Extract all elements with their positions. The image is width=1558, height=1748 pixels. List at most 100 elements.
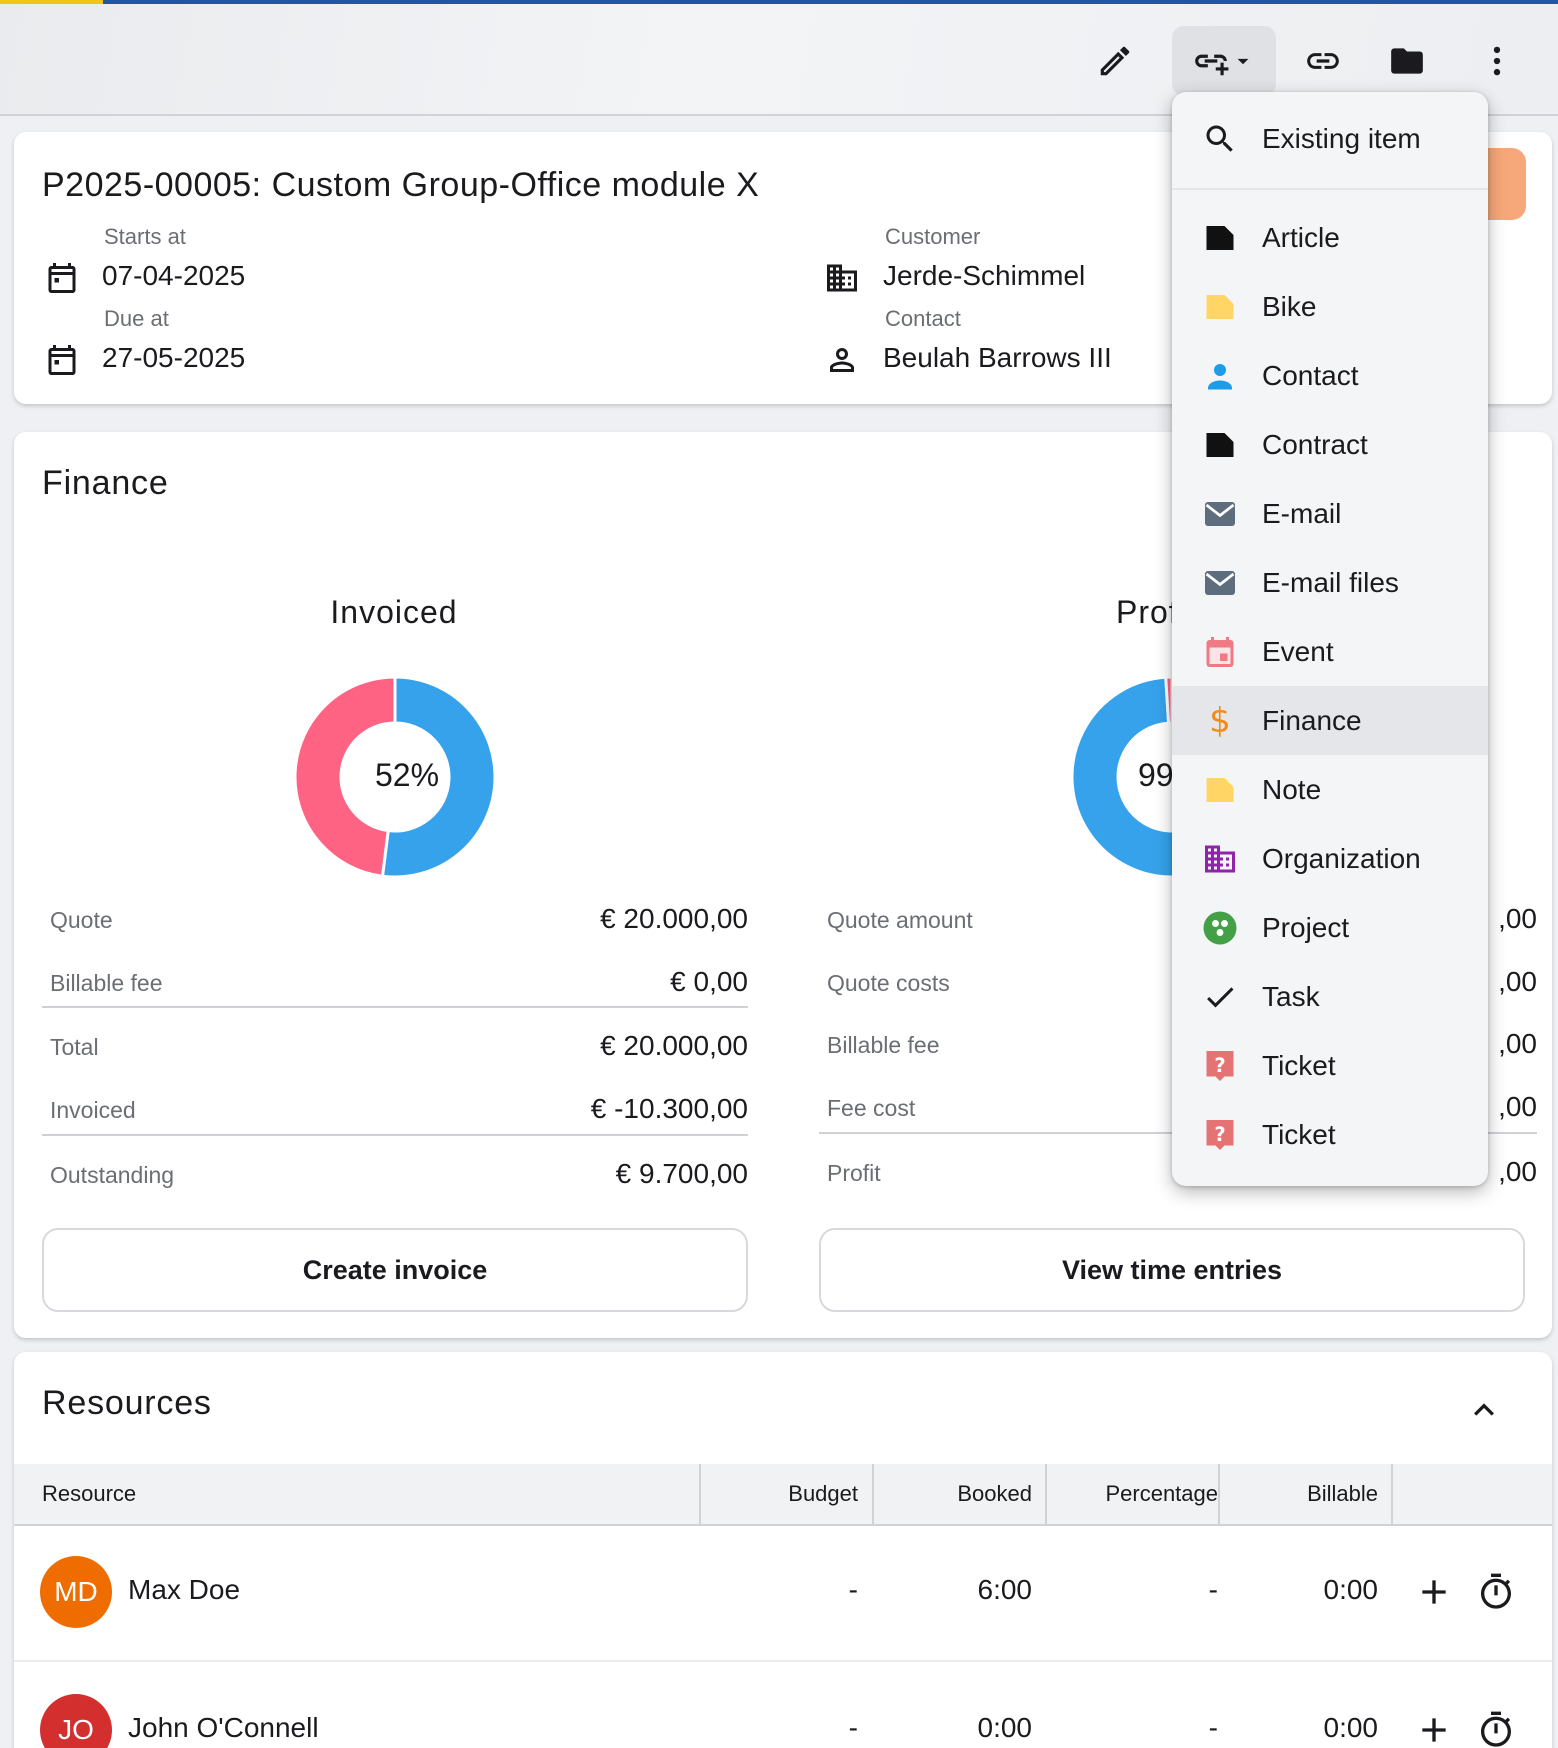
row-label: Billable fee — [50, 970, 163, 996]
file-icon — [1202, 220, 1238, 256]
row-value: ,00 — [1498, 966, 1537, 997]
link-icon — [1307, 53, 1339, 69]
menu-item-label: Existing item — [1262, 122, 1421, 154]
chevron-down-icon — [1237, 58, 1249, 65]
add-link-dropdown-button[interactable] — [1172, 26, 1276, 96]
budget-cell: - — [848, 1574, 858, 1605]
row-value: ,00 — [1498, 1028, 1537, 1059]
plus-icon[interactable] — [1414, 1710, 1454, 1748]
menu-item-label: Project — [1262, 911, 1350, 943]
create-invoice-button[interactable]: Create invoice — [42, 1228, 748, 1312]
more-options-button[interactable] — [1462, 26, 1532, 96]
row-value: ,00 — [1498, 903, 1537, 934]
page-title: P2025-00005: Custom Group-Office module … — [42, 166, 760, 204]
row-value: ,00 — [1498, 1091, 1537, 1122]
add-link-icon — [1195, 54, 1229, 76]
row-value: € 20.000,00 — [600, 1030, 748, 1061]
menu-item-event[interactable]: Event — [1172, 617, 1488, 686]
menu-item-label: Article — [1262, 221, 1340, 253]
row-label: Quote costs — [827, 970, 950, 996]
column-separator — [872, 1464, 874, 1524]
calendar-event-icon — [1202, 634, 1238, 670]
resources-title: Resources — [42, 1384, 212, 1422]
menu-separator — [1172, 188, 1488, 190]
row-label: Invoiced — [50, 1097, 136, 1123]
menu-item-label: Task — [1262, 980, 1320, 1012]
budget-cell: - — [848, 1712, 858, 1743]
menu-item-label: Organization — [1262, 842, 1421, 874]
menu-item-finance[interactable]: $ Finance — [1172, 686, 1488, 755]
add-link-menu: Existing item Article Bike Contact Contr… — [1172, 92, 1488, 1186]
row-value: € 0,00 — [670, 966, 748, 997]
booked-cell: 6:00 — [977, 1574, 1033, 1605]
contact-value[interactable]: Beulah Barrows III — [883, 342, 1112, 374]
link-button[interactable] — [1288, 26, 1358, 96]
customer-label: Customer — [885, 224, 981, 249]
column-header-budget[interactable]: Budget — [704, 1464, 858, 1524]
chevron-up-icon[interactable] — [1464, 1390, 1504, 1430]
menu-item-bike[interactable]: Bike — [1172, 272, 1488, 341]
timer-icon[interactable] — [1476, 1572, 1516, 1612]
menu-item-contact[interactable]: Contact — [1172, 341, 1488, 410]
column-header-billable[interactable]: Billable — [1224, 1464, 1378, 1524]
resources-card: Resources Resource Budget Booked Percent… — [14, 1352, 1552, 1748]
finance-row-billable-fee: Billable fee € 0,00 — [42, 964, 748, 1004]
project-icon — [1202, 910, 1238, 946]
column-header-percentage[interactable]: Percentage — [1050, 1464, 1218, 1524]
menu-item-article[interactable]: Article — [1172, 203, 1488, 272]
plus-icon[interactable] — [1414, 1572, 1454, 1612]
menu-item-email[interactable]: E-mail — [1172, 479, 1488, 548]
menu-item-label: Finance — [1262, 704, 1362, 736]
menu-item-label: Event — [1262, 635, 1334, 667]
menu-item-project[interactable]: Project — [1172, 893, 1488, 962]
finance-row-outstanding: Outstanding € 9.700,00 — [42, 1156, 748, 1196]
folder-button[interactable] — [1372, 26, 1442, 96]
starts-value: 07-04-2025 — [102, 260, 246, 291]
row-label: Total — [50, 1034, 99, 1060]
menu-item-existing-item[interactable]: Existing item — [1172, 104, 1488, 173]
column-header-resource[interactable]: Resource — [42, 1464, 136, 1524]
row-label: Fee cost — [827, 1095, 916, 1121]
person-icon — [1202, 358, 1238, 394]
divider — [42, 1134, 748, 1136]
finance-row-invoiced: Invoiced € -10.300,00 — [42, 1091, 748, 1131]
menu-item-ticket[interactable]: ? Ticket — [1172, 1100, 1488, 1169]
building-icon — [827, 264, 857, 292]
due-value: 27-05-2025 — [102, 342, 246, 373]
view-time-entries-button[interactable]: View time entries — [819, 1228, 1525, 1312]
invoiced-chart-title: Invoiced — [330, 594, 458, 630]
menu-item-organization[interactable]: Organization — [1172, 824, 1488, 893]
percentage-cell: - — [1208, 1574, 1218, 1605]
menu-item-label: E-mail — [1262, 497, 1342, 529]
menu-item-task[interactable]: Task — [1172, 962, 1488, 1031]
column-header-booked[interactable]: Booked — [878, 1464, 1032, 1524]
row-label: Quote amount — [827, 907, 973, 933]
column-separator — [1218, 1464, 1220, 1524]
ticket-icon: ? — [1202, 1117, 1238, 1153]
menu-item-email-files[interactable]: E-mail files — [1172, 548, 1488, 617]
row-value: € -10.300,00 — [590, 1093, 748, 1124]
row-value: € 20.000,00 — [600, 903, 748, 934]
resources-table-header: Resource Budget Booked Percentage Billab… — [14, 1464, 1552, 1526]
column-separator — [1391, 1464, 1393, 1524]
customer-value[interactable]: Jerde-Schimmel — [883, 260, 1085, 292]
timer-icon[interactable] — [1476, 1710, 1516, 1748]
contact-label: Contact — [885, 306, 961, 331]
column-separator — [1045, 1464, 1047, 1524]
table-row[interactable]: JO John O'Connell - 0:00 - 0:00 — [14, 1664, 1552, 1748]
search-icon — [1202, 121, 1238, 157]
menu-item-ticket[interactable]: ? Ticket — [1172, 1031, 1488, 1100]
percentage-cell: - — [1208, 1712, 1218, 1743]
due-label: Due at — [104, 306, 169, 331]
edit-button[interactable] — [1080, 26, 1150, 96]
table-row[interactable]: MD Max Doe - 6:00 - 0:00 — [14, 1526, 1552, 1662]
folder-yellow-icon — [1202, 289, 1238, 325]
menu-item-label: Contact — [1262, 359, 1359, 391]
menu-item-contract[interactable]: Contract — [1172, 410, 1488, 479]
svg-text:?: ? — [1214, 1054, 1225, 1077]
menu-item-note[interactable]: Note — [1172, 755, 1488, 824]
finance-row-total: Total € 20.000,00 — [42, 1028, 748, 1068]
menu-item-label: Note — [1262, 773, 1322, 805]
row-label: Outstanding — [50, 1162, 175, 1188]
menu-item-label: Ticket — [1262, 1118, 1336, 1150]
